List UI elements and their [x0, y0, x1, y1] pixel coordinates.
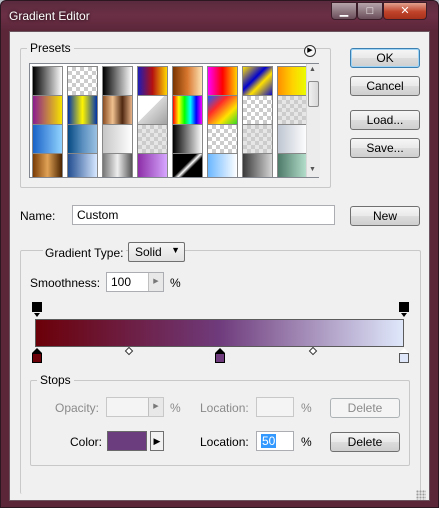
stop-color-swatch[interactable] — [107, 431, 147, 451]
load-button[interactable]: Load... — [350, 110, 420, 130]
preset-swatch[interactable] — [242, 153, 273, 177]
preset-swatch[interactable] — [32, 95, 63, 126]
preset-swatch[interactable] — [32, 66, 63, 97]
preset-swatch[interactable] — [242, 95, 273, 126]
preset-swatch[interactable] — [172, 153, 203, 177]
opacity-stop-right[interactable] — [399, 302, 409, 317]
window-title: Gradient Editor — [9, 9, 90, 23]
close-button[interactable]: ✕ — [383, 2, 427, 20]
opacity-stepper-icon[interactable]: ▶ — [148, 398, 163, 416]
preset-swatch[interactable] — [207, 95, 238, 126]
opacity-unit: % — [170, 401, 181, 415]
color-stop-middle-swatch — [215, 353, 225, 363]
cancel-button[interactable]: Cancel — [350, 76, 420, 96]
gradient-editor-window: Gradient Editor ▁ □ ✕ Presets ▶ ▲ ▼ OK C… — [0, 0, 439, 508]
color-location-unit: % — [301, 435, 312, 449]
preset-swatch[interactable] — [32, 124, 63, 155]
title-bar[interactable]: Gradient Editor ▁ □ ✕ — [1, 1, 438, 31]
color-stop-right[interactable] — [399, 348, 410, 364]
preset-swatch[interactable] — [102, 66, 133, 97]
preset-swatch[interactable] — [102, 124, 133, 155]
new-button[interactable]: New — [350, 206, 420, 226]
ok-button[interactable]: OK — [350, 48, 420, 68]
opacity-label: Opacity: — [55, 401, 100, 415]
preset-swatch[interactable] — [277, 153, 308, 177]
minimize-button[interactable]: ▁ — [331, 2, 357, 20]
scroll-up-icon[interactable]: ▲ — [309, 66, 316, 74]
preset-swatch[interactable] — [67, 124, 98, 155]
name-input[interactable]: Custom — [72, 205, 335, 225]
preset-swatch[interactable] — [277, 124, 308, 155]
dialog-body: Presets ▶ ▲ ▼ OK Cancel Load... Save... … — [9, 31, 430, 501]
smoothness-value: 100 — [111, 275, 132, 289]
smoothness-unit: % — [170, 276, 181, 290]
preset-swatch[interactable] — [207, 124, 238, 155]
color-location-value: 50 — [261, 434, 277, 448]
color-stop-left[interactable] — [32, 348, 43, 364]
color-stop-right-swatch — [399, 353, 409, 363]
presets-menu-icon[interactable]: ▶ — [304, 45, 316, 57]
delete-color-stop-button[interactable]: Delete — [330, 432, 400, 452]
opacity-location-label: Location: — [200, 401, 249, 415]
preset-swatch[interactable] — [137, 95, 168, 126]
preset-swatch[interactable] — [102, 95, 133, 126]
smoothness-input[interactable]: 100 ▶ — [106, 272, 164, 292]
smoothness-stepper-icon[interactable]: ▶ — [148, 273, 163, 291]
gradient-type-label: Gradient Type: — [43, 246, 126, 260]
preset-swatch[interactable] — [207, 153, 238, 177]
opacity-location-input[interactable] — [256, 397, 294, 417]
chevron-down-icon: ▼ — [171, 245, 180, 255]
preset-swatch[interactable] — [277, 66, 308, 97]
preset-swatch[interactable] — [207, 66, 238, 97]
opacity-stop-left[interactable] — [32, 302, 42, 317]
stops-label: Stops — [37, 373, 74, 387]
smoothness-label: Smoothness: — [30, 276, 101, 290]
delete-opacity-stop-button[interactable]: Delete — [330, 398, 400, 418]
preset-swatch[interactable] — [277, 95, 308, 126]
stops-group: Stops — [30, 373, 410, 466]
save-button[interactable]: Save... — [350, 138, 420, 158]
resize-grip-icon[interactable] — [416, 490, 426, 500]
preset-swatch[interactable] — [172, 95, 203, 126]
gradient-type-value: Solid — [135, 245, 162, 259]
color-stop-middle[interactable] — [215, 348, 226, 364]
presets-grid — [29, 63, 319, 178]
color-label: Color: — [70, 435, 103, 449]
presets-scrollbar[interactable]: ▲ ▼ — [306, 64, 320, 177]
preset-swatch[interactable] — [137, 153, 168, 177]
opacity-input[interactable]: ▶ — [106, 397, 164, 417]
name-label: Name: — [20, 209, 56, 223]
preset-swatch[interactable] — [67, 95, 98, 126]
presets-label: Presets — [27, 41, 74, 55]
color-location-label: Location: — [200, 435, 249, 449]
preset-swatch[interactable] — [102, 153, 133, 177]
preset-swatch[interactable] — [32, 153, 63, 177]
preset-swatch[interactable] — [172, 66, 203, 97]
preset-swatch[interactable] — [242, 66, 273, 97]
gradient-preview-bar[interactable] — [35, 319, 404, 347]
color-location-input[interactable]: 50 — [256, 431, 294, 451]
preset-swatch[interactable] — [67, 153, 98, 177]
preset-swatch[interactable] — [67, 66, 98, 97]
scroll-thumb[interactable] — [308, 81, 319, 107]
opacity-location-unit: % — [301, 401, 312, 415]
preset-swatch[interactable] — [172, 124, 203, 155]
color-menu-arrow-icon[interactable]: ▶ — [150, 431, 164, 451]
color-stop-left-swatch — [32, 353, 42, 363]
maximize-button[interactable]: □ — [357, 2, 383, 20]
gradient-type-select[interactable]: Solid ▼ — [128, 242, 185, 262]
preset-swatch[interactable] — [242, 124, 273, 155]
preset-swatch[interactable] — [137, 66, 168, 97]
scroll-down-icon[interactable]: ▼ — [309, 166, 316, 174]
preset-swatch[interactable] — [137, 124, 168, 155]
